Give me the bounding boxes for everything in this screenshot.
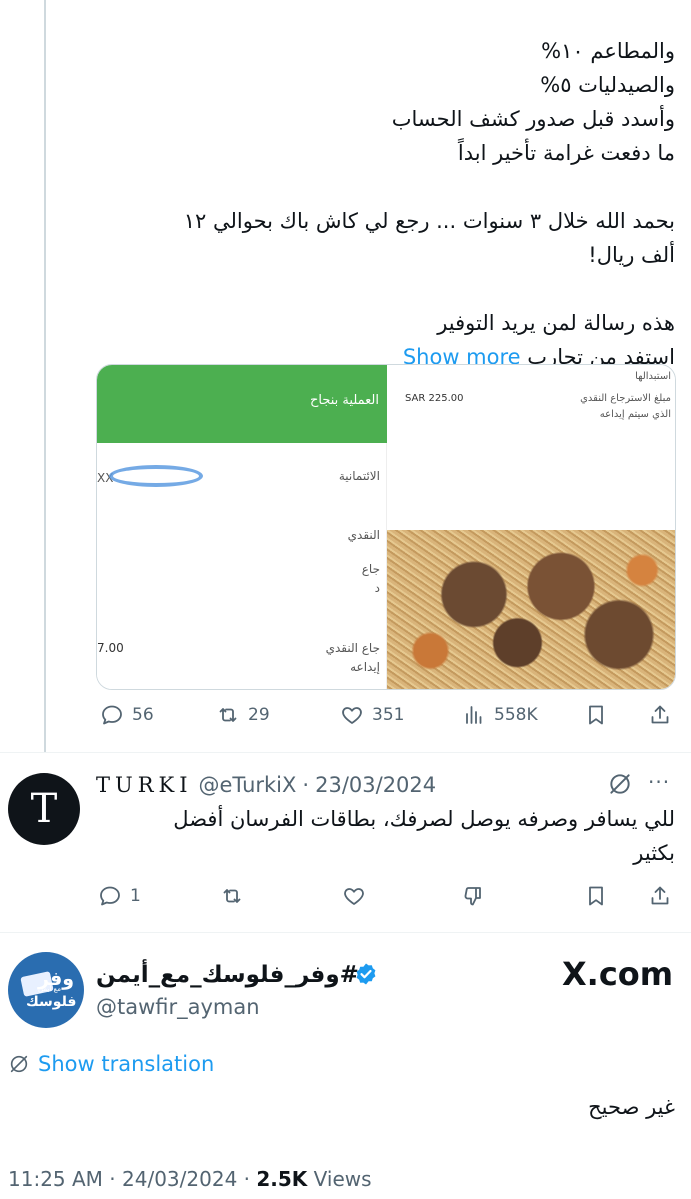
show-translation-button[interactable]: Show translation bbox=[8, 1052, 214, 1076]
refund-amount: SAR 225.00 bbox=[405, 393, 464, 404]
like-button[interactable] bbox=[342, 884, 366, 908]
display-name[interactable]: #وفر_فلوسك_مع_أيمن bbox=[96, 957, 359, 993]
bookmark-button[interactable] bbox=[584, 884, 608, 908]
tweet-line: ألف ريال! bbox=[588, 243, 675, 267]
repost-icon bbox=[223, 889, 241, 903]
reply-icon bbox=[102, 705, 122, 725]
reply-actions-bar: 1 bbox=[96, 884, 676, 914]
user-handle[interactable]: @eTurkiX bbox=[199, 773, 297, 797]
reply-icon bbox=[100, 886, 120, 906]
like-count: 351 bbox=[372, 705, 405, 725]
thumbs-down-icon bbox=[464, 887, 481, 906]
reply-header: TURKI @eTurkiX · 23/03/2024 bbox=[96, 770, 436, 800]
reply-count: 56 bbox=[132, 705, 154, 725]
redaction-scribble bbox=[109, 465, 203, 487]
share-icon bbox=[651, 705, 669, 724]
receipt-label: النقدي bbox=[347, 528, 380, 542]
refund-label: مبلغ الاسترجاع النقدي bbox=[580, 393, 671, 404]
tweet-line: بحمد الله خلال ٣ سنوات ... رجع لي كاش با… bbox=[183, 209, 675, 233]
reply-count: 1 bbox=[130, 886, 141, 906]
views-count: 558K bbox=[494, 705, 538, 725]
user-handle[interactable]: @tawfir_ayman bbox=[96, 995, 260, 1019]
receipt-label: جاع bbox=[361, 562, 380, 576]
repost-button[interactable] bbox=[220, 884, 244, 908]
site-watermark: X.com bbox=[562, 955, 674, 993]
views-label: Views bbox=[313, 1167, 372, 1191]
tweet-actions-bar: 56 29 351 558K bbox=[96, 703, 676, 733]
avatar[interactable]: وفر مع أيمن فلوسك bbox=[8, 952, 84, 1028]
tweet-media[interactable]: العملية بنجاح الائتمانية XX النقدي جاع د… bbox=[96, 364, 676, 690]
repost-icon bbox=[219, 708, 237, 722]
avatar-logo-text: فلوسك bbox=[26, 994, 77, 1010]
tweet-date[interactable]: 24/03/2024 bbox=[122, 1167, 237, 1191]
avatar-letter: T bbox=[30, 786, 58, 832]
reply-button[interactable]: 1 bbox=[98, 884, 141, 908]
tweet-line: والمطاعم ١٠% bbox=[541, 39, 675, 63]
media-screenshot-refund[interactable]: استبدالها مبلغ الاسترجاع النقدي الذي سيت… bbox=[387, 365, 675, 689]
display-name[interactable]: TURKI bbox=[96, 773, 193, 797]
downvote-button[interactable] bbox=[462, 884, 486, 908]
show-translation-label: Show translation bbox=[38, 1052, 215, 1076]
bookmark-icon bbox=[589, 886, 603, 906]
thread-connector-line bbox=[44, 0, 46, 752]
tweet-cutoff-line bbox=[65, 10, 675, 34]
grok-slash-icon bbox=[10, 1055, 28, 1073]
receipt-label: د bbox=[374, 581, 380, 595]
share-icon bbox=[651, 886, 669, 905]
receipt-label: إيداعه bbox=[350, 660, 380, 674]
quote-body: غير صحيح bbox=[588, 1095, 675, 1119]
separator-dot: · bbox=[109, 1167, 116, 1191]
avatar[interactable]: T bbox=[8, 773, 80, 845]
reply-line: بكثير bbox=[633, 841, 675, 865]
heart-icon bbox=[342, 707, 362, 724]
share-button[interactable] bbox=[648, 884, 672, 908]
reply-body: للي يسافر وصرفه يوصل لصرفك، بطاقات الفرس… bbox=[95, 802, 675, 870]
tweet-body: والمطاعم ١٠% والصيدليات ٥% وأسدد قبل صدو… bbox=[65, 0, 675, 374]
tweet-date[interactable]: 23/03/2024 bbox=[315, 773, 436, 797]
separator-dot: · bbox=[243, 1167, 251, 1191]
repost-count: 29 bbox=[248, 705, 270, 725]
heart-icon bbox=[344, 888, 364, 905]
tweet-line: ما دفعت غرامة تأخير ابداً bbox=[457, 141, 675, 165]
like-button[interactable]: 351 bbox=[340, 703, 404, 727]
separator-dot: · bbox=[302, 773, 310, 797]
views-button[interactable]: 558K bbox=[462, 703, 538, 727]
tweet-line: هذه رسالة لمن يريد التوفير bbox=[437, 311, 675, 335]
success-banner: العملية بنجاح bbox=[97, 365, 387, 443]
views-chart-icon bbox=[466, 706, 482, 724]
food-photo bbox=[387, 530, 675, 689]
media-screenshot-receipt[interactable]: العملية بنجاح الائتمانية XX النقدي جاع د… bbox=[97, 365, 387, 689]
verified-badge-icon[interactable] bbox=[354, 962, 378, 986]
tweet-line: وأسدد قبل صدور كشف الحساب bbox=[391, 107, 675, 131]
more-options-icon[interactable]: ··· bbox=[648, 770, 670, 794]
bookmark-icon bbox=[589, 705, 603, 725]
refund-label: استبدالها bbox=[635, 371, 671, 382]
grok-slash-icon[interactable] bbox=[607, 771, 633, 797]
share-button[interactable] bbox=[648, 703, 672, 727]
divider bbox=[0, 932, 691, 933]
receipt-label: جاع النقدي bbox=[325, 641, 380, 655]
reply-line: للي يسافر وصرفه يوصل لصرفك، بطاقات الفرس… bbox=[173, 807, 675, 831]
views-count: 2.5K bbox=[256, 1167, 308, 1191]
tweet-time[interactable]: 11:25 AM bbox=[8, 1167, 103, 1191]
refund-label: الذي سيتم إيداعه bbox=[599, 409, 671, 420]
tweet-line: والصيدليات ٥% bbox=[540, 73, 675, 97]
tweet-meta: 11:25 AM · 24/03/2024 · 2.5K Views bbox=[8, 1167, 372, 1191]
receipt-label: الائتمانية bbox=[338, 469, 380, 483]
success-banner-text: العملية بنجاح bbox=[310, 393, 379, 408]
reply-button[interactable]: 56 bbox=[100, 703, 154, 727]
bookmark-button[interactable] bbox=[584, 703, 608, 727]
divider bbox=[0, 752, 691, 753]
repost-button[interactable]: 29 bbox=[216, 703, 270, 727]
avatar-logo-text: مع أيمن bbox=[38, 985, 61, 993]
receipt-amount: 7.00 bbox=[97, 641, 124, 655]
